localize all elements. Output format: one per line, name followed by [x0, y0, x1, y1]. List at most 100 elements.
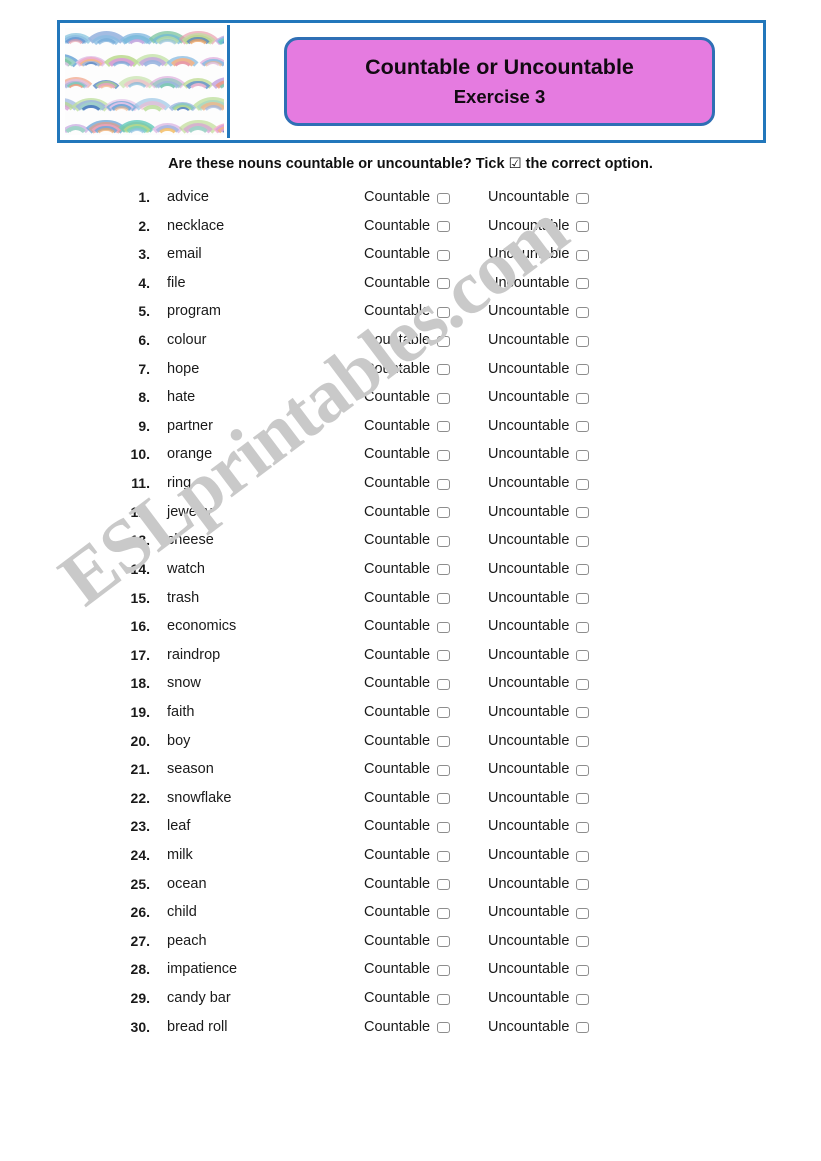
countable-option[interactable]: Countable — [364, 504, 451, 520]
countable-option[interactable]: Countable — [364, 218, 451, 234]
countable-option[interactable]: Countable — [364, 532, 451, 548]
uncountable-option[interactable]: Uncountable — [488, 332, 590, 348]
uncountable-option[interactable]: Uncountable — [488, 475, 590, 491]
uncountable-option[interactable]: Uncountable — [488, 933, 590, 949]
uncountable-checkbox[interactable] — [576, 850, 590, 862]
countable-option[interactable]: Countable — [364, 704, 451, 720]
uncountable-checkbox[interactable] — [576, 650, 590, 662]
countable-option[interactable]: Countable — [364, 904, 451, 920]
uncountable-checkbox[interactable] — [576, 1022, 590, 1034]
uncountable-option[interactable]: Uncountable — [488, 446, 590, 462]
countable-option[interactable]: Countable — [364, 761, 451, 777]
countable-checkbox[interactable] — [437, 564, 451, 576]
uncountable-checkbox[interactable] — [576, 221, 590, 233]
countable-checkbox[interactable] — [437, 364, 451, 376]
uncountable-option[interactable]: Uncountable — [488, 218, 590, 234]
uncountable-checkbox[interactable] — [576, 793, 590, 805]
countable-checkbox[interactable] — [437, 879, 451, 891]
countable-option[interactable]: Countable — [364, 933, 451, 949]
uncountable-checkbox[interactable] — [576, 907, 590, 919]
uncountable-option[interactable]: Uncountable — [488, 818, 590, 834]
uncountable-option[interactable]: Uncountable — [488, 733, 590, 749]
uncountable-option[interactable]: Uncountable — [488, 1019, 590, 1035]
uncountable-checkbox[interactable] — [576, 306, 590, 318]
uncountable-option[interactable]: Uncountable — [488, 618, 590, 634]
countable-checkbox[interactable] — [437, 621, 451, 633]
uncountable-option[interactable]: Uncountable — [488, 189, 590, 205]
countable-checkbox[interactable] — [437, 936, 451, 948]
countable-option[interactable]: Countable — [364, 475, 451, 491]
countable-checkbox[interactable] — [437, 593, 451, 605]
countable-option[interactable]: Countable — [364, 389, 451, 405]
countable-checkbox[interactable] — [437, 306, 451, 318]
uncountable-checkbox[interactable] — [576, 821, 590, 833]
countable-checkbox[interactable] — [437, 478, 451, 490]
countable-option[interactable]: Countable — [364, 1019, 451, 1035]
countable-option[interactable]: Countable — [364, 647, 451, 663]
countable-checkbox[interactable] — [437, 192, 451, 204]
countable-checkbox[interactable] — [437, 221, 451, 233]
uncountable-checkbox[interactable] — [576, 621, 590, 633]
countable-option[interactable]: Countable — [364, 961, 451, 977]
countable-checkbox[interactable] — [437, 793, 451, 805]
uncountable-checkbox[interactable] — [576, 707, 590, 719]
uncountable-checkbox[interactable] — [576, 392, 590, 404]
uncountable-option[interactable]: Uncountable — [488, 532, 590, 548]
countable-checkbox[interactable] — [437, 507, 451, 519]
uncountable-checkbox[interactable] — [576, 335, 590, 347]
countable-option[interactable]: Countable — [364, 790, 451, 806]
uncountable-checkbox[interactable] — [576, 593, 590, 605]
countable-checkbox[interactable] — [437, 678, 451, 690]
countable-checkbox[interactable] — [437, 650, 451, 662]
uncountable-option[interactable]: Uncountable — [488, 876, 590, 892]
countable-option[interactable]: Countable — [364, 675, 451, 691]
uncountable-option[interactable]: Uncountable — [488, 990, 590, 1006]
countable-checkbox[interactable] — [437, 764, 451, 776]
countable-checkbox[interactable] — [437, 821, 451, 833]
uncountable-option[interactable]: Uncountable — [488, 303, 590, 319]
uncountable-checkbox[interactable] — [576, 879, 590, 891]
uncountable-option[interactable]: Uncountable — [488, 847, 590, 863]
countable-option[interactable]: Countable — [364, 990, 451, 1006]
countable-checkbox[interactable] — [437, 335, 451, 347]
countable-checkbox[interactable] — [437, 535, 451, 547]
countable-checkbox[interactable] — [437, 249, 451, 261]
countable-checkbox[interactable] — [437, 993, 451, 1005]
countable-option[interactable]: Countable — [364, 561, 451, 577]
countable-checkbox[interactable] — [437, 736, 451, 748]
countable-option[interactable]: Countable — [364, 361, 451, 377]
uncountable-checkbox[interactable] — [576, 364, 590, 376]
countable-option[interactable]: Countable — [364, 876, 451, 892]
countable-option[interactable]: Countable — [364, 246, 451, 262]
uncountable-checkbox[interactable] — [576, 936, 590, 948]
uncountable-option[interactable]: Uncountable — [488, 704, 590, 720]
uncountable-option[interactable]: Uncountable — [488, 504, 590, 520]
countable-option[interactable]: Countable — [364, 590, 451, 606]
uncountable-checkbox[interactable] — [576, 535, 590, 547]
uncountable-option[interactable]: Uncountable — [488, 647, 590, 663]
countable-checkbox[interactable] — [437, 707, 451, 719]
countable-option[interactable]: Countable — [364, 275, 451, 291]
uncountable-checkbox[interactable] — [576, 478, 590, 490]
uncountable-option[interactable]: Uncountable — [488, 761, 590, 777]
countable-checkbox[interactable] — [437, 907, 451, 919]
countable-checkbox[interactable] — [437, 1022, 451, 1034]
uncountable-checkbox[interactable] — [576, 964, 590, 976]
uncountable-option[interactable]: Uncountable — [488, 418, 590, 434]
uncountable-option[interactable]: Uncountable — [488, 675, 590, 691]
uncountable-option[interactable]: Uncountable — [488, 246, 590, 262]
countable-option[interactable]: Countable — [364, 847, 451, 863]
uncountable-option[interactable]: Uncountable — [488, 389, 590, 405]
countable-checkbox[interactable] — [437, 449, 451, 461]
countable-option[interactable]: Countable — [364, 332, 451, 348]
uncountable-option[interactable]: Uncountable — [488, 590, 590, 606]
uncountable-checkbox[interactable] — [576, 421, 590, 433]
uncountable-checkbox[interactable] — [576, 678, 590, 690]
uncountable-checkbox[interactable] — [576, 993, 590, 1005]
uncountable-option[interactable]: Uncountable — [488, 790, 590, 806]
countable-option[interactable]: Countable — [364, 303, 451, 319]
uncountable-option[interactable]: Uncountable — [488, 561, 590, 577]
countable-checkbox[interactable] — [437, 850, 451, 862]
countable-option[interactable]: Countable — [364, 446, 451, 462]
uncountable-checkbox[interactable] — [576, 192, 590, 204]
